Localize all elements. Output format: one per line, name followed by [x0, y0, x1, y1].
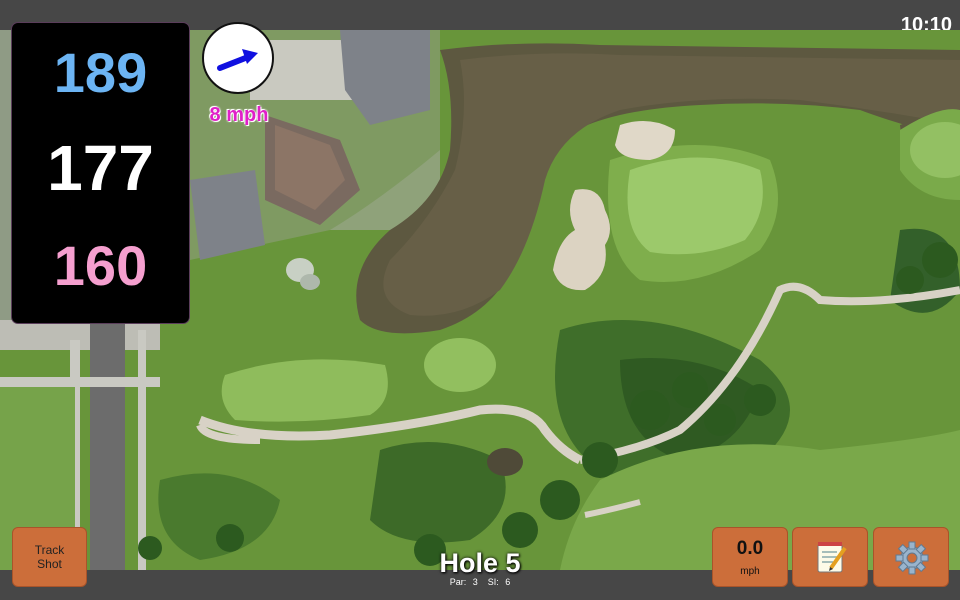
- wind-arrow-icon: [217, 49, 258, 71]
- speed-button[interactable]: 0.0 mph: [712, 527, 788, 587]
- hole-par: Par: 3: [449, 577, 478, 587]
- distance-panel: 189 177 160: [11, 22, 190, 324]
- notes-button[interactable]: [792, 527, 868, 587]
- hole-si: SI: 6: [487, 577, 511, 587]
- hole-title: Hole 5: [439, 548, 521, 578]
- front-distance: 160: [53, 234, 148, 297]
- speed-value: 0.0: [736, 538, 764, 559]
- hole-info: Par: 3 SI: 6: [380, 577, 580, 587]
- track-shot-button[interactable]: Track Shot: [12, 527, 87, 587]
- middle-distance: 177: [47, 132, 154, 204]
- notepad-icon: [817, 542, 847, 573]
- track-shot-label: Track Shot: [34, 543, 65, 571]
- speed-unit: mph: [740, 566, 760, 577]
- wind-indicator: [202, 22, 274, 94]
- wind-speed: 8 mph: [209, 104, 269, 126]
- gear-icon: [895, 541, 929, 575]
- back-distance: 189: [53, 41, 148, 104]
- settings-button[interactable]: [873, 527, 949, 587]
